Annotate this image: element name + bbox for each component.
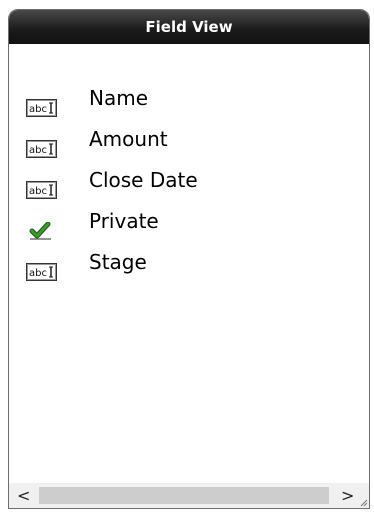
svg-text:abc: abc (29, 268, 47, 279)
scrollbar-thumb[interactable] (39, 487, 329, 504)
checkmark-icon (29, 222, 51, 240)
resize-grip-icon[interactable] (358, 497, 368, 507)
field-row-amount[interactable]: abc Amount (9, 127, 369, 172)
panel-title: Field View (9, 10, 369, 44)
field-row-name[interactable]: abc Name (9, 86, 369, 131)
field-label-name: Name (89, 86, 149, 110)
text-field-icon: abc (26, 263, 57, 281)
svg-text:abc: abc (29, 104, 47, 115)
svg-text:abc: abc (29, 186, 47, 197)
field-view-panel: Field View abc Name abc Amount abc Close… (8, 9, 370, 509)
field-label-amount: Amount (89, 127, 168, 151)
svg-text:abc: abc (29, 145, 47, 156)
scroll-right-arrow-icon[interactable]: > (341, 488, 355, 504)
field-row-close-date[interactable]: abc Close Date (9, 168, 369, 213)
field-label-stage: Stage (89, 250, 147, 274)
field-row-private[interactable]: Private (9, 209, 369, 254)
field-row-stage[interactable]: abc Stage (9, 250, 369, 295)
text-field-icon: abc (26, 99, 57, 117)
scroll-left-arrow-icon[interactable]: < (17, 488, 31, 504)
field-label-private: Private (89, 209, 159, 233)
text-field-icon: abc (26, 181, 57, 199)
horizontal-scrollbar[interactable]: < > (9, 483, 369, 508)
field-list: abc Name abc Amount abc Close Date Priva… (9, 44, 369, 483)
text-field-icon: abc (26, 140, 57, 158)
field-label-close-date: Close Date (89, 168, 198, 192)
